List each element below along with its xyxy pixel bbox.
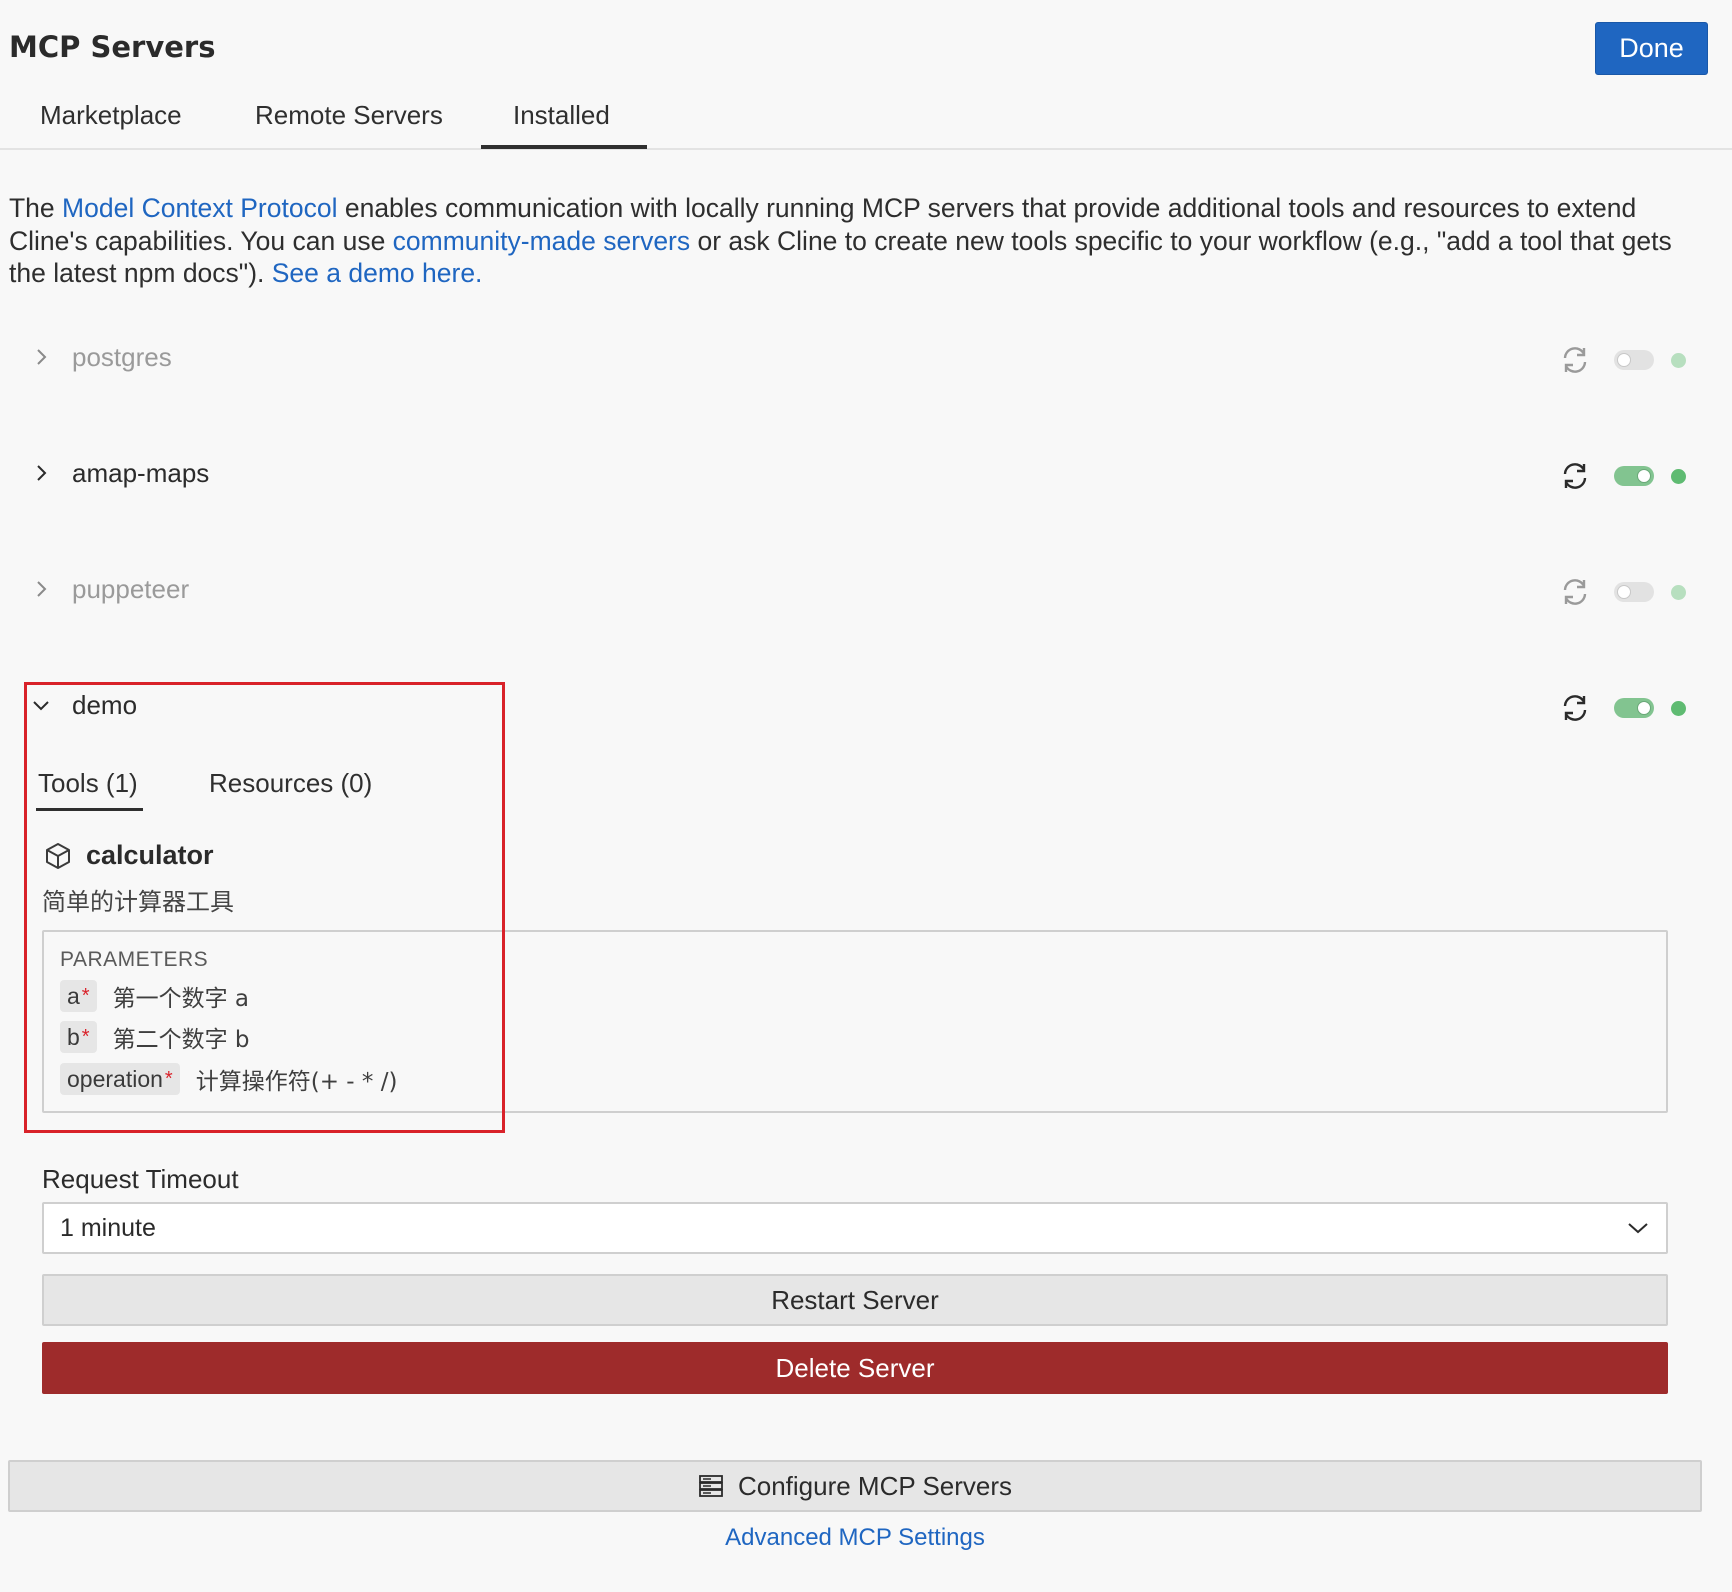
page-title: MCP Servers <box>9 30 216 64</box>
chevron-right-icon[interactable] <box>30 346 52 368</box>
tab-remote-servers[interactable]: Remote Servers <box>255 100 443 131</box>
server-name: postgres <box>72 342 172 372</box>
server-row-puppeteer[interactable]: puppeteer <box>0 562 1732 622</box>
enable-toggle[interactable] <box>1614 350 1654 370</box>
configure-label: Configure MCP Servers <box>737 1470 1013 1501</box>
chevron-down-icon[interactable] <box>1626 1218 1650 1238</box>
select-value: 1 minute <box>60 1213 156 1242</box>
status-dot <box>1671 469 1686 484</box>
chevron-right-icon[interactable] <box>30 462 52 484</box>
status-dot <box>1671 701 1686 716</box>
request-timeout-select[interactable]: 1 minute <box>42 1202 1668 1254</box>
enable-toggle[interactable] <box>1614 466 1654 486</box>
server-row-postgres[interactable]: postgres <box>0 330 1732 390</box>
enable-toggle[interactable] <box>1614 582 1654 602</box>
status-dot <box>1671 353 1686 368</box>
configure-mcp-servers-button[interactable]: Configure MCP Servers <box>8 1460 1702 1512</box>
restart-server-button[interactable]: Restart Server <box>42 1274 1668 1326</box>
refresh-icon[interactable] <box>1558 575 1592 609</box>
active-tab-indicator <box>481 145 647 149</box>
refresh-icon[interactable] <box>1558 691 1592 725</box>
delete-server-button[interactable]: Delete Server <box>42 1342 1668 1394</box>
chevron-right-icon[interactable] <box>30 578 52 600</box>
refresh-icon[interactable] <box>1558 459 1592 493</box>
community-servers-link[interactable]: community-made servers <box>393 226 690 256</box>
server-row-amap-maps[interactable]: amap-maps <box>0 446 1732 506</box>
status-dot <box>1671 585 1686 600</box>
enable-toggle[interactable] <box>1614 698 1654 718</box>
request-timeout-label: Request Timeout <box>42 1164 239 1194</box>
done-button[interactable]: Done <box>1595 22 1708 75</box>
server-name: amap-maps <box>72 458 210 488</box>
advanced-mcp-settings-link[interactable]: Advanced MCP Settings <box>0 1524 1710 1552</box>
model-context-protocol-link[interactable]: Model Context Protocol <box>62 193 337 223</box>
server-name: puppeteer <box>72 574 190 604</box>
tab-installed[interactable]: Installed <box>513 100 610 131</box>
highlight-box <box>24 682 505 1133</box>
tabs-divider <box>0 148 1732 150</box>
demo-link[interactable]: See a demo here. <box>272 258 483 288</box>
intro-text: The Model Context Protocol enables commu… <box>9 193 1672 288</box>
refresh-icon[interactable] <box>1558 343 1592 377</box>
server-stack-icon <box>699 1475 723 1497</box>
tab-marketplace[interactable]: Marketplace <box>40 100 182 131</box>
